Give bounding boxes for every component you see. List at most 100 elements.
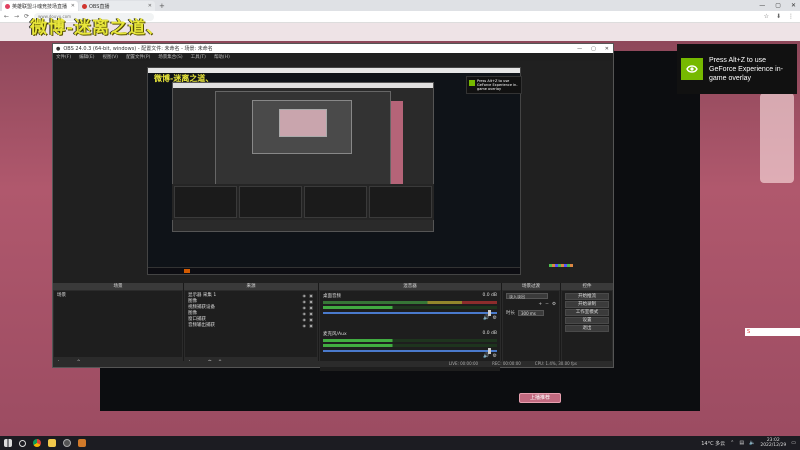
chrome-icon[interactable] [33,439,41,447]
volume-meter [323,301,497,304]
network-icon[interactable]: ▤ [739,440,744,446]
exit-button[interactable]: 退出 [565,325,609,332]
obs-icon[interactable] [63,439,71,447]
obs-close-button[interactable]: ✕ [605,46,609,52]
volume-meter [323,344,497,347]
channel-settings-gear-icon[interactable]: ⚙ [493,315,497,321]
cpu-status: CPU: 1.4%, 30.00 fps [534,361,577,366]
menu-tools[interactable]: 工具(T) [191,54,206,60]
scene-item[interactable]: 场景 [57,293,179,299]
tab-favicon-icon [82,3,87,9]
settings-button[interactable]: 设置 [565,317,609,324]
nvidia-icon [681,58,703,80]
obs-menubar: 文件(F) 编辑(E) 视图(V) 配置文件(P) 场景集合(S) 工具(T) … [53,53,613,61]
bookmark-star-icon[interactable]: ☆ [764,11,769,23]
source-item[interactable]: 音频输出捕获 ◉ ▣ [188,323,314,329]
forward-icon[interactable]: → [14,13,19,20]
channel-level: 0.0 dB [482,331,497,336]
search-icon[interactable] [19,439,26,447]
back-icon[interactable]: ← [4,13,9,20]
notification-icon[interactable]: ▭ [791,440,796,446]
add-transition-icon[interactable]: + [538,302,542,307]
file-explorer-icon[interactable] [48,439,56,447]
browser-tab[interactable]: OBS直播 ✕ [79,1,155,11]
browser-tab-active[interactable]: 英雄联盟斗魂竞技场直播 ✕ [2,1,78,11]
transitions-body: 淡入淡出 + − ⚙ 时长 300 ms [503,291,559,366]
preview-capture-level-1: 微博-迷离之道、 Press Alt+Z to use GeForce Expe… [147,67,522,275]
start-streaming-button[interactable]: 开始推流 [565,293,609,300]
channel-level: 0.0 dB [482,293,497,298]
close-tab-icon[interactable]: ✕ [148,3,152,9]
obs-statusbar: LIVE: 00:00:00 REC: 00:00:00 CPU: 1.4%, … [53,361,613,367]
menu-help[interactable]: 帮助(H) [214,54,230,60]
mixer-dock: 混音器 桌面音频 0.0 dB 🔊 ⚙ 麦克风/Aux 0.0 dB 🔊 ⚙ [319,283,501,371]
transition-type-select[interactable]: 淡入淡出 [506,293,548,299]
obs-maximize-button[interactable]: ▢ [591,46,596,52]
volume-icon[interactable]: 🔈 [749,440,755,446]
new-tab-button[interactable]: + [159,1,165,11]
sources-dock: 来源 显示器 采集 1 ◉ ▣ 图像 ◉ ▣ 视频捕获设备 ◉ ▣ 图像 ◉ ▣ 窗口捕… [184,283,318,367]
duration-input[interactable]: 300 ms [518,310,544,316]
weather-text[interactable]: 14°C 多云 [701,440,725,447]
nested-dock [304,186,367,218]
sources-list: 显示器 采集 1 ◉ ▣ 图像 ◉ ▣ 视频捕获设备 ◉ ▣ 图像 ◉ ▣ 窗口捕获 ◉ … [185,291,317,357]
recommend-button[interactable]: 上播推荐 [519,393,561,403]
channel-name: 桌面音频 [323,294,341,299]
transitions-dock: 场景过渡 淡入淡出 + − ⚙ 时长 300 ms [502,283,560,367]
mixer-body: 桌面音频 0.0 dB 🔊 ⚙ 麦克风/Aux 0.0 dB 🔊 ⚙ [320,291,500,371]
mixer-header: 混音器 [319,283,501,290]
geforce-toast: Press Alt+Z to use GeForce Experience in… [677,44,797,94]
menu-file[interactable]: 文件(F) [56,54,71,60]
eye-lock-icon[interactable]: ◉ ▣ [302,323,314,329]
sogou-icon[interactable]: S [747,329,750,335]
mixer-channel: 桌面音频 0.0 dB 🔊 ⚙ [323,293,497,321]
menu-icon[interactable]: ⋮ [788,11,794,23]
start-recording-button[interactable]: 开始录制 [565,301,609,308]
volume-slider[interactable] [323,310,497,316]
nested-dock [239,186,302,218]
nested-dock [174,186,237,218]
volume-slider[interactable] [323,348,497,354]
preview-color-bar [549,264,573,267]
volume-meter [323,306,497,309]
nested-dock [369,186,432,218]
tab-title: 英雄联盟斗魂竞技场直播 [12,3,68,10]
scenes-list: 场景 [54,291,182,357]
clock-date: 2022/12/29 [760,443,787,448]
tray-chevron-icon[interactable]: ⌃ [730,440,734,446]
minimize-button[interactable]: — [759,0,765,11]
nested-taskbar [148,267,520,274]
close-tab-icon[interactable]: ✕ [71,3,75,9]
menu-profile[interactable]: 配置文件(P) [126,54,150,60]
side-decoration [760,93,794,183]
geforce-toast-text: Press Alt+Z to use GeForce Experience in… [709,56,783,82]
channel-settings-gear-icon[interactable]: ⚙ [493,353,497,359]
studio-mode-button[interactable]: 工作室模式 [565,309,609,316]
toolbar-icons: ☆ ⬇ ⋮ [764,11,794,23]
menu-view[interactable]: 视图(V) [102,54,118,60]
mixer-channel: 麦克风/Aux 0.0 dB 🔊 ⚙ [323,331,497,359]
app-icon[interactable] [78,439,86,447]
download-icon[interactable]: ⬇ [776,11,781,23]
scenes-dock: 场景 场景 + − ⌃ ⌄ [53,283,183,367]
maximize-button[interactable]: ▢ [775,0,781,11]
preview-capture-level-4 [252,100,352,154]
live-status: LIVE: 00:00:00 [448,361,479,366]
window-controls: — ▢ ✕ [759,0,796,11]
transition-settings-gear-icon[interactable]: ⚙ [552,302,556,307]
close-window-button[interactable]: ✕ [791,0,796,11]
menu-edit[interactable]: 编辑(E) [79,54,94,60]
obs-docks: 场景 场景 + − ⌃ ⌄ 来源 显示器 采集 1◉ ▣ 图像◉ ▣ 视频捕获设… [53,283,613,371]
clock[interactable]: 23:02 2022/12/29 [760,438,786,448]
windows-start-icon[interactable] [4,439,12,447]
sources-header: 来源 [184,283,318,290]
obs-minimize-button[interactable]: — [577,46,582,52]
obs-titlebar: ● OBS 24.0.3 (64-bit, windows) - 配置文件: 未… [53,44,613,53]
rec-status: REC: 00:00:00 [492,361,521,366]
reload-icon[interactable]: ⟳ [24,13,29,20]
nested-chrome [173,83,433,88]
remove-transition-icon[interactable]: − [545,302,549,307]
menu-scene-collection[interactable]: 场景集合(S) [158,54,182,60]
obs-preview[interactable]: 微博-迷离之道、 Press Alt+Z to use GeForce Expe… [53,61,613,283]
obs-logo-icon: ● [56,45,61,52]
